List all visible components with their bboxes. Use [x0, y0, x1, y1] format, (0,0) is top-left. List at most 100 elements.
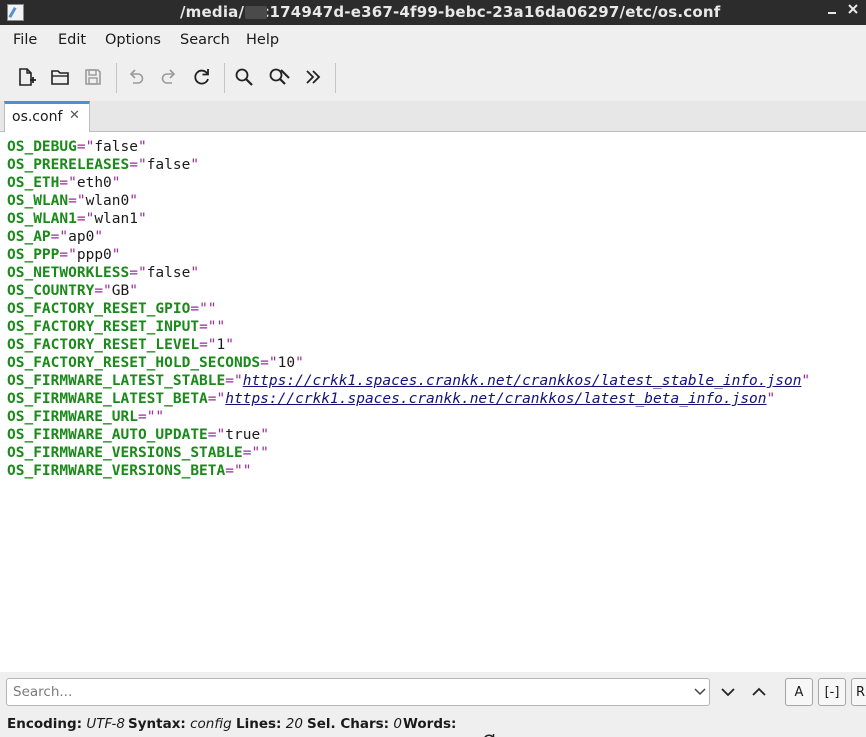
quote-mark: " [85, 211, 95, 227]
code-line[interactable]: OS_DEBUG="false" [7, 138, 147, 156]
menu-options[interactable]: Options [105, 32, 161, 48]
config-key: OS_DEBUG [7, 139, 77, 155]
menu-search[interactable]: Search [180, 32, 230, 48]
quote-mark: " [137, 157, 147, 173]
find-previous-icon[interactable] [745, 678, 773, 706]
assignment-operator: = [207, 391, 217, 407]
refresh-words-icon[interactable] [465, 717, 496, 737]
assignment-operator: = [207, 427, 217, 443]
match-case-button[interactable]: A [785, 678, 813, 706]
quote-mark: " [260, 427, 269, 443]
config-value: false [146, 265, 191, 281]
config-value: ppp0 [76, 247, 112, 263]
config-key: OS_FIRMWARE_LATEST_STABLE [7, 373, 226, 389]
config-value: GB [111, 283, 130, 299]
config-url-link[interactable]: https://crkk1.spaces.crankk.net/crankkos… [225, 391, 766, 407]
code-line[interactable]: OS_ETH="eth0" [7, 174, 121, 192]
config-value: 10 [277, 355, 296, 371]
quote-mark: " [68, 247, 77, 263]
quote-mark: " [216, 319, 226, 335]
save-icon[interactable] [80, 64, 106, 90]
config-key: OS_FIRMWARE_URL [7, 409, 138, 425]
toolbar [0, 56, 866, 101]
code-line[interactable]: OS_FACTORY_RESET_HOLD_SECONDS="10" [7, 354, 304, 372]
regex-button[interactable]: R [851, 678, 866, 706]
text-editor[interactable]: OS_DEBUG="false" OS_PRERELEASES="false" OS… [0, 132, 866, 672]
minimize-icon[interactable] [822, 2, 842, 22]
encoding-status: Encoding: UTF-8 [7, 716, 125, 732]
status-bar: Encoding: UTF-8 Syntax: config Lines: 20… [0, 712, 866, 737]
quote-mark: " [59, 229, 69, 245]
quote-mark: " [111, 247, 121, 263]
config-value: true [225, 427, 261, 443]
find-icon[interactable] [231, 64, 257, 90]
code-line[interactable]: OS_WLAN1="wlan1" [7, 210, 147, 228]
code-line[interactable]: OS_NETWORKLESS="false" [7, 264, 199, 282]
config-key: OS_PRERELEASES [7, 157, 130, 173]
code-line[interactable]: OS_FIRMWARE_URL="" [7, 408, 164, 426]
close-icon[interactable] [843, 2, 863, 22]
assignment-operator: = [76, 211, 86, 227]
undo-icon[interactable] [123, 64, 149, 90]
config-url-link[interactable]: https://crkk1.spaces.crankk.net/crankkos… [243, 373, 802, 389]
whole-word-label: [-] [824, 684, 840, 700]
menu-edit[interactable]: Edit [58, 32, 86, 48]
redacted-region [245, 6, 267, 19]
quote-mark: " [207, 337, 217, 353]
quote-mark: " [137, 211, 147, 227]
code-line[interactable]: OS_PRERELEASES="false" [7, 156, 199, 174]
quote-mark: " [251, 445, 261, 461]
find-next-icon[interactable] [714, 678, 742, 706]
assignment-operator: = [59, 175, 69, 191]
code-line[interactable]: OS_FACTORY_RESET_GPIO="" [7, 300, 217, 318]
search-input[interactable] [13, 682, 683, 702]
code-line[interactable]: OS_FIRMWARE_LATEST_BETA="https://crkk1.s… [7, 390, 775, 408]
menu-file[interactable]: File [13, 32, 37, 48]
quote-mark: " [216, 427, 226, 443]
new-file-icon[interactable] [13, 64, 39, 90]
code-line[interactable]: OS_FACTORY_RESET_INPUT="" [7, 318, 225, 336]
config-key: OS_ETH [7, 175, 60, 191]
quote-mark: " [225, 337, 234, 353]
code-line[interactable]: OS_FIRMWARE_LATEST_STABLE="https://crkk1… [7, 372, 810, 390]
config-key: OS_FACTORY_RESET_GPIO [7, 301, 191, 317]
code-line[interactable]: OS_FIRMWARE_AUTO_UPDATE="true" [7, 426, 269, 444]
code-line[interactable]: OS_FACTORY_RESET_LEVEL="1" [7, 336, 234, 354]
config-value: wlan0 [85, 193, 130, 209]
config-key: OS_FACTORY_RESET_HOLD_SECONDS [7, 355, 261, 371]
code-line[interactable]: OS_PPP="ppp0" [7, 246, 121, 264]
quote-mark: " [233, 373, 243, 389]
chevron-down-icon[interactable] [693, 684, 707, 700]
code-line[interactable]: OS_FIRMWARE_VERSIONS_BETA="" [7, 462, 251, 480]
quote-mark: " [260, 445, 269, 461]
search-bar: A [-] R [0, 672, 866, 712]
code-line[interactable]: OS_WLAN="wlan0" [7, 192, 138, 210]
search-field[interactable] [6, 678, 710, 706]
quote-mark: " [207, 301, 217, 317]
toolbar-separator [116, 63, 117, 93]
open-folder-icon[interactable] [47, 64, 73, 90]
tab-close-icon[interactable]: ✕ [69, 108, 80, 123]
app-icon [7, 4, 24, 21]
config-key: OS_FIRMWARE_LATEST_BETA [7, 391, 208, 407]
find-replace-icon[interactable] [266, 64, 292, 90]
assignment-operator: = [225, 373, 234, 389]
code-line[interactable]: OS_AP="ap0" [7, 228, 103, 246]
quote-mark: " [199, 301, 208, 317]
redo-icon[interactable] [156, 64, 182, 90]
whole-word-button[interactable]: [-] [818, 678, 846, 706]
code-line[interactable]: OS_FIRMWARE_VERSIONS_STABLE="" [7, 444, 269, 462]
quote-mark: " [137, 265, 147, 281]
more-icon[interactable] [300, 64, 326, 90]
config-key: OS_FACTORY_RESET_INPUT [7, 319, 200, 335]
code-line[interactable]: OS_COUNTRY="GB" [7, 282, 138, 300]
assignment-operator: = [137, 409, 147, 425]
quote-mark: " [85, 139, 95, 155]
match-case-label: A [794, 684, 804, 700]
quote-mark: " [233, 463, 243, 479]
config-key: OS_FIRMWARE_AUTO_UPDATE [7, 427, 208, 443]
tab-os-conf[interactable]: os.conf ✕ [4, 101, 90, 132]
menu-help[interactable]: Help [246, 32, 279, 48]
quote-mark: " [190, 157, 200, 173]
reload-icon[interactable] [189, 64, 215, 90]
